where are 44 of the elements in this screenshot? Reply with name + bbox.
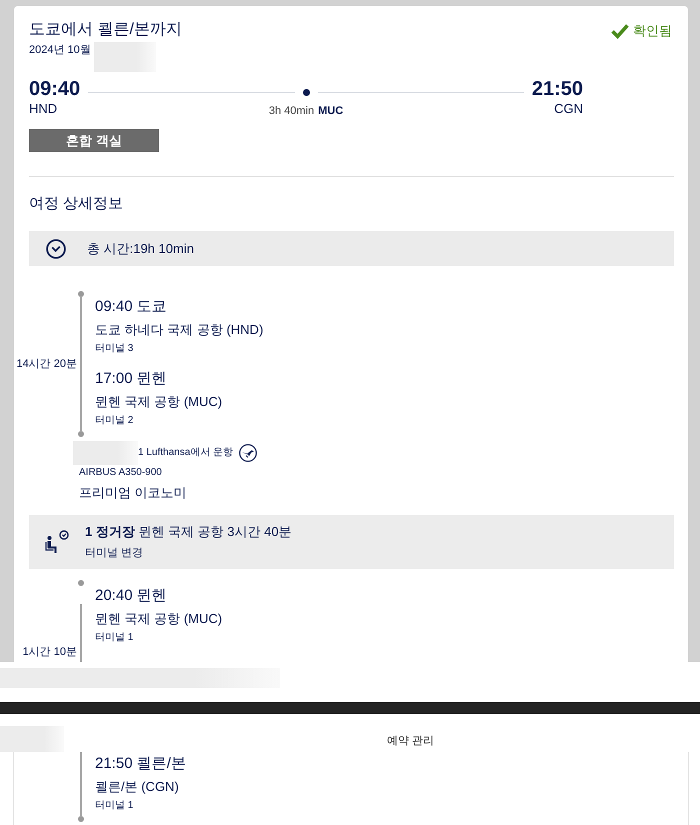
airport-name: 쾰른/본 (CGN)	[95, 778, 179, 796]
terminal-text: 터미널 1	[95, 799, 134, 813]
stop-dot-icon	[302, 88, 310, 96]
terminal-text: 터미널 2	[95, 414, 134, 428]
departure-airport-code: HND	[29, 101, 58, 118]
timeline-dot-icon	[78, 580, 84, 586]
timeline-dot-icon	[78, 291, 84, 297]
flight-duration: 1시간 10분	[22, 645, 77, 659]
section-title: 여정 상세정보	[29, 194, 124, 214]
trip-date: 2024년 10월	[29, 43, 91, 58]
flight-duration: 14시간 20분	[16, 357, 77, 371]
departure-time: 09:40	[29, 77, 80, 101]
trip-title: 도쿄에서 쾰른/본까지	[29, 20, 182, 40]
aircraft-type: AIRBUS A350-900	[79, 466, 162, 480]
timeline-line	[80, 752, 82, 816]
redacted-block	[0, 726, 64, 752]
stop-time-city: 09:40 도쿄	[95, 297, 167, 317]
stop-time-city: 20:40 뮌헨	[95, 586, 167, 606]
bird-logo-icon	[239, 444, 258, 462]
arrival-time: 21:50	[532, 77, 583, 101]
airport-name: 뮌헨 국제 공항 (MUC)	[95, 393, 222, 411]
layover-airport-code: MUC	[318, 104, 344, 118]
stop-time-city: 17:00 뮌헨	[95, 369, 167, 389]
airport-name: 도쿄 하네다 국제 공항 (HND)	[95, 321, 264, 339]
seated-person-icon	[45, 530, 69, 554]
stop-time-city: 21:50 쾰른/본	[95, 754, 186, 774]
layover-note: 터미널 변경	[85, 546, 144, 561]
cabin-class: 프리미엄 이코노미	[79, 484, 187, 502]
clock-icon	[46, 238, 66, 258]
layover-duration: 3h 40min	[268, 104, 314, 118]
total-time-text: 총 시간:19h 10min	[87, 240, 194, 258]
terminal-text: 터미널 3	[95, 342, 134, 356]
status-text: 확인됨	[633, 22, 672, 40]
timeline-dot-icon	[78, 431, 84, 437]
cabin-tag: 혼합 객실	[29, 129, 159, 152]
timeline-line	[80, 604, 82, 662]
checkmark-icon	[611, 23, 629, 39]
terminal-text: 터미널 1	[95, 631, 134, 645]
page-title: 예약 관리	[387, 734, 434, 748]
arrival-airport-code: CGN	[554, 101, 583, 118]
timeline-dot-icon	[78, 816, 84, 822]
layover-summary: 1 정거장 뮌헨 국제 공항 3시간 40분	[85, 523, 292, 541]
operator-text: 1 Lufthansa에서 운항	[138, 446, 234, 460]
airport-name: 뮌헨 국제 공항 (MUC)	[95, 610, 222, 628]
